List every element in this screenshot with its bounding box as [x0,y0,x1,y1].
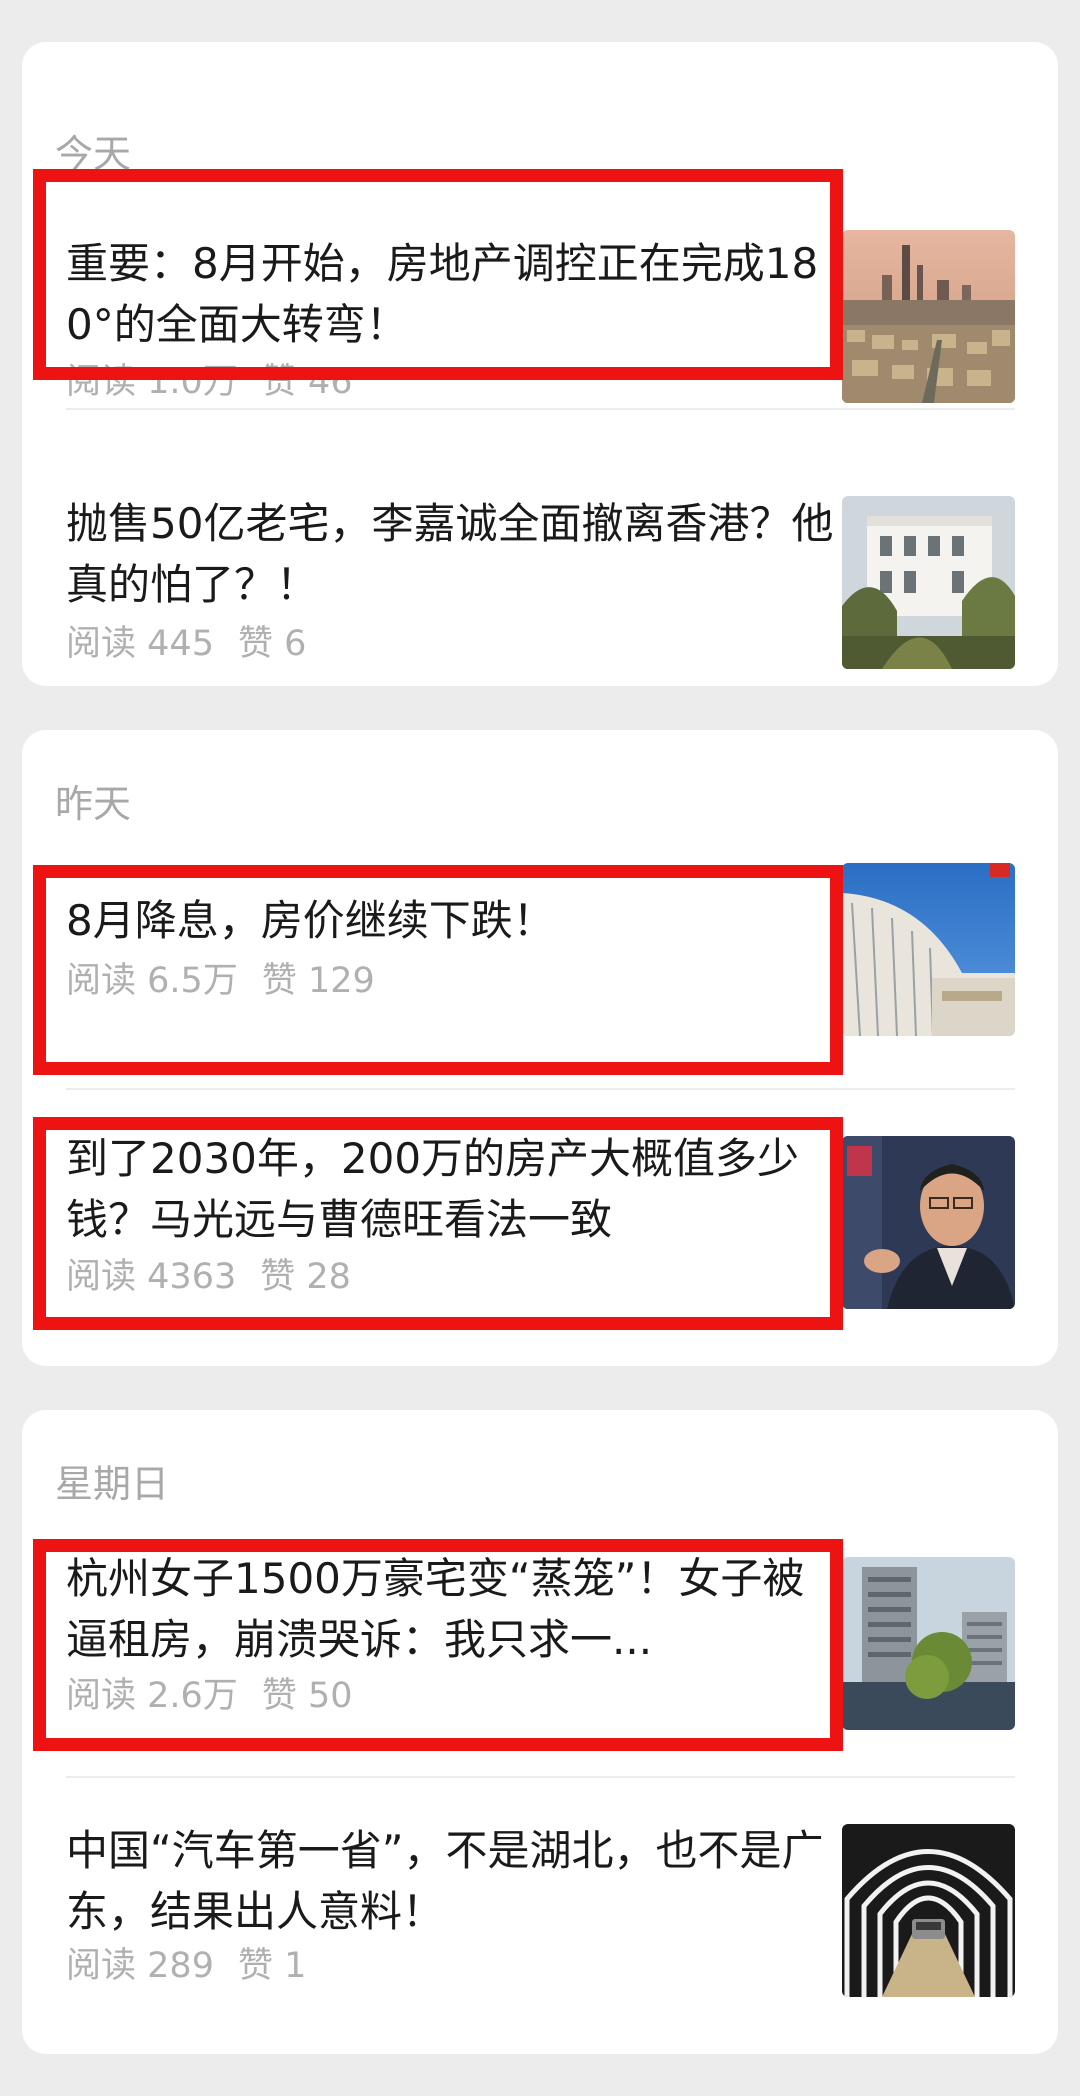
article-stats: 阅读 1.0万赞 46 [66,362,353,402]
like-count: 6 [284,624,307,664]
divider [66,1776,1015,1778]
article-title: 到了2030年，200万的房产大概值多少钱？马光远与曹德旺看法一致 [66,1134,800,1244]
article-title: 8月降息，房价继续下跌！ [66,896,555,945]
read-count-label: 阅读 [66,624,137,664]
article-thumbnail [842,1136,1015,1309]
article-title: 杭州女子1500万豪宅变“蒸笼”！女子被逼租房，崩溃哭诉：我只求一... [66,1554,805,1664]
bank-building-image [842,863,1015,1036]
like-count-label: 赞 [261,961,297,1001]
like-count: 28 [306,1257,351,1297]
date-group-today: 今天 重要：8月开始，房地产调控正在完成180°的全面大转弯！ 阅读 1.0万赞… [22,42,1058,686]
white-mansion-image [842,496,1015,669]
article-thumbnail [842,230,1015,403]
article-title: 抛售50亿老宅，李嘉诚全面撤离香港？他真的怕了？！ [66,499,834,609]
read-count-label: 阅读 [66,1676,137,1716]
like-count-label: 赞 [261,1676,297,1716]
like-count: 1 [284,1946,307,1986]
article-thumbnail [842,1824,1015,1997]
read-count-label: 阅读 [66,362,137,402]
article-item[interactable]: 重要：8月开始，房地产调控正在完成180°的全面大转弯！ 阅读 1.0万赞 46 [22,187,1058,417]
like-count: 46 [307,362,353,402]
like-count-label: 赞 [261,362,297,402]
like-count: 50 [307,1676,353,1716]
article-title: 重要：8月开始，房地产调控正在完成180°的全面大转弯！ [66,239,819,349]
article-thumbnail [842,496,1015,669]
read-count-label: 阅读 [66,1257,137,1297]
read-count: 1.0万 [147,362,238,402]
tunnel-car-image [842,1824,1015,1997]
article-item[interactable]: 抛售50亿老宅，李嘉诚全面撤离香港？他真的怕了？！ 阅读 445 赞 6 [22,452,1058,682]
read-count-label: 阅读 [66,961,137,1001]
divider [66,408,1015,410]
article-stats: 阅读 6.5万赞 129 [66,961,375,1001]
group-date-label: 昨天 [55,782,132,826]
like-count-label: 赞 [237,1946,273,1986]
article-item[interactable]: 到了2030年，200万的房产大概值多少钱？马光远与曹德旺看法一致 阅读 436… [22,1120,1058,1350]
like-count-label: 赞 [260,1257,296,1297]
article-stats: 阅读 445 赞 6 [66,624,306,664]
apartment-towers-image [842,1557,1015,1730]
article-stats: 阅读 4363 赞 28 [66,1257,351,1297]
article-thumbnail [842,1557,1015,1730]
article-thumbnail [842,863,1015,1036]
divider [66,1088,1015,1090]
read-count-label: 阅读 [66,1946,137,1986]
like-count: 129 [307,961,375,1001]
article-history-page: 今天 重要：8月开始，房地产调控正在完成180°的全面大转弯！ 阅读 1.0万赞… [0,0,1080,2096]
read-count: 2.6万 [147,1676,238,1716]
like-count-label: 赞 [237,624,273,664]
group-date-label: 今天 [55,132,132,176]
group-date-label: 星期日 [55,1462,170,1506]
read-count: 6.5万 [147,961,238,1001]
article-title: 中国“汽车第一省”，不是湖北，也不是广东，结果出人意料！ [66,1826,824,1936]
read-count: 4363 [147,1257,237,1297]
date-group-sunday: 星期日 杭州女子1500万豪宅变“蒸笼”！女子被逼租房，崩溃哭诉：我只求一...… [22,1410,1058,2054]
article-stats: 阅读 289 赞 1 [66,1946,306,1986]
article-item[interactable]: 8月降息，房价继续下跌！ 阅读 6.5万赞 129 [22,860,1058,1040]
speaker-portrait-image [842,1136,1015,1309]
date-group-yesterday: 昨天 8月降息，房价继续下跌！ 阅读 6.5万赞 129 到了2030年，200… [22,730,1058,1366]
read-count: 445 [147,624,214,664]
article-item[interactable]: 中国“汽车第一省”，不是湖北，也不是广东，结果出人意料！ 阅读 289 赞 1 [22,1810,1058,2040]
read-count: 289 [147,1946,214,1986]
city-skyline-image [842,230,1015,403]
article-stats: 阅读 2.6万赞 50 [66,1676,353,1716]
article-item[interactable]: 杭州女子1500万豪宅变“蒸笼”！女子被逼租房，崩溃哭诉：我只求一... 阅读 … [22,1540,1058,1770]
